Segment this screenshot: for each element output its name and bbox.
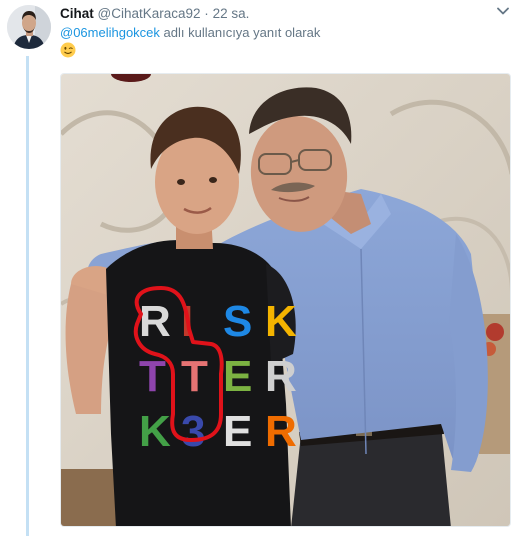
winking-face-icon [60,42,76,58]
shirt-letter: S [223,297,252,346]
shirt-letter: K [265,297,297,346]
author-name[interactable]: Cihat [60,6,94,21]
shirt-letter: R [265,407,297,456]
reply-mention-link[interactable]: @06melihgokcek [60,25,160,40]
shirt-letter: K [139,407,171,456]
shirt-letter: E [223,352,252,401]
shirt-letter: R [265,352,297,401]
shirt-letter: R [139,297,171,346]
tweet-photo[interactable]: RISKTTERK3ER [60,73,511,527]
avatar-image [7,5,51,49]
shirt-letter: T [139,352,166,401]
author-handle[interactable]: @CihatKaraca92 [98,6,201,21]
avatar[interactable] [7,5,51,49]
chevron-down-icon[interactable] [496,4,510,18]
header-separator: · [204,6,209,21]
shirt-letter: E [223,407,252,456]
tweet-timestamp[interactable]: 22 sa. [213,6,250,21]
thread-line [26,56,29,536]
reply-context-text: adlı kullanıcıya yanıt olarak [163,25,321,40]
photo-image: R I S KT T E RK 3 E R [61,74,510,526]
shirt-letter: T [181,352,208,401]
tweet-header: Cihat @CihatKaraca92 · 22 sa. [60,5,249,23]
reply-context: @06melihgokcek adlı kullanıcıya yanıt ol… [60,25,320,41]
shirt-letter: 3 [181,407,205,456]
